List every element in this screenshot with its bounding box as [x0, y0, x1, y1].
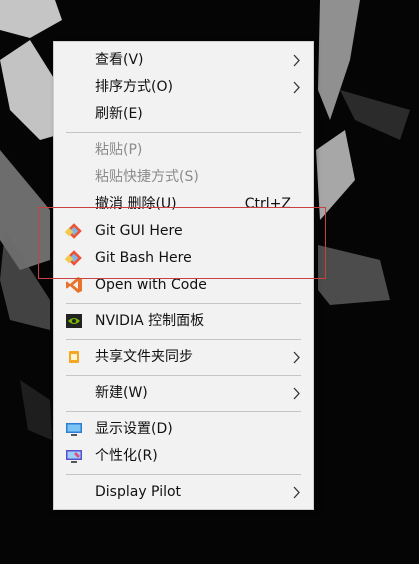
menu-separator — [66, 411, 301, 412]
menu-item-nvidia-control-panel[interactable]: NVIDIA 控制面板 — [54, 308, 313, 335]
menu-item-refresh[interactable]: 刷新(E) — [54, 101, 313, 128]
menu-item-display-pilot[interactable]: Display Pilot — [54, 479, 313, 506]
menu-item-shared-folder-sync[interactable]: 共享文件夹同步 — [54, 344, 313, 371]
menu-separator — [66, 132, 301, 133]
desktop-context-menu: 查看(V) 排序方式(O) 刷新(E) 粘贴(P) 粘贴快捷方式(S) 撤消 删… — [53, 41, 314, 510]
menu-item-shortcut: Ctrl+Z — [244, 196, 291, 212]
menu-item-new[interactable]: 新建(W) — [54, 380, 313, 407]
chevron-right-icon — [293, 387, 300, 400]
menu-item-label: 新建(W) — [95, 385, 148, 401]
menu-separator — [66, 339, 301, 340]
menu-item-label: 显示设置(D) — [95, 421, 173, 437]
menu-item-paste: 粘贴(P) — [54, 137, 313, 164]
menu-item-personalize[interactable]: 个性化(R) — [54, 443, 313, 470]
menu-item-display-settings[interactable]: 显示设置(D) — [54, 416, 313, 443]
menu-item-label: 个性化(R) — [95, 448, 158, 464]
git-bash-icon — [65, 250, 82, 266]
chevron-right-icon — [293, 351, 300, 364]
menu-item-label: Git GUI Here — [95, 223, 183, 239]
menu-item-paste-shortcut: 粘贴快捷方式(S) — [54, 164, 313, 191]
menu-item-sort-by[interactable]: 排序方式(O) — [54, 74, 313, 101]
menu-item-label: Display Pilot — [95, 484, 182, 500]
chevron-right-icon — [293, 54, 300, 67]
menu-item-undo-delete[interactable]: 撤消 删除(U) Ctrl+Z — [54, 191, 313, 218]
menu-item-view[interactable]: 查看(V) — [54, 47, 313, 74]
menu-item-label: 查看(V) — [95, 52, 144, 68]
menu-separator — [66, 303, 301, 304]
nvidia-icon — [66, 314, 82, 328]
menu-separator — [66, 375, 301, 376]
menu-item-label: 粘贴快捷方式(S) — [95, 169, 199, 185]
menu-item-label: 排序方式(O) — [95, 79, 173, 95]
menu-item-label: NVIDIA 控制面板 — [95, 313, 205, 329]
menu-item-label: 粘贴(P) — [95, 142, 143, 158]
menu-item-label: 撤消 删除(U) — [95, 196, 177, 212]
menu-item-label: Open with Code — [95, 277, 207, 293]
menu-separator — [66, 474, 301, 475]
menu-item-open-with-code[interactable]: Open with Code — [54, 272, 313, 299]
menu-item-label: Git Bash Here — [95, 250, 192, 266]
display-settings-icon — [66, 423, 82, 436]
vscode-icon — [66, 277, 82, 293]
chevron-right-icon — [293, 81, 300, 94]
git-gui-icon — [65, 223, 82, 239]
menu-item-label: 共享文件夹同步 — [95, 349, 193, 365]
menu-item-label: 刷新(E) — [95, 106, 143, 122]
share-sync-icon — [69, 351, 79, 363]
chevron-right-icon — [293, 486, 300, 499]
menu-item-git-gui[interactable]: Git GUI Here — [54, 218, 313, 245]
menu-item-git-bash[interactable]: Git Bash Here — [54, 245, 313, 272]
personalize-icon — [66, 450, 82, 463]
